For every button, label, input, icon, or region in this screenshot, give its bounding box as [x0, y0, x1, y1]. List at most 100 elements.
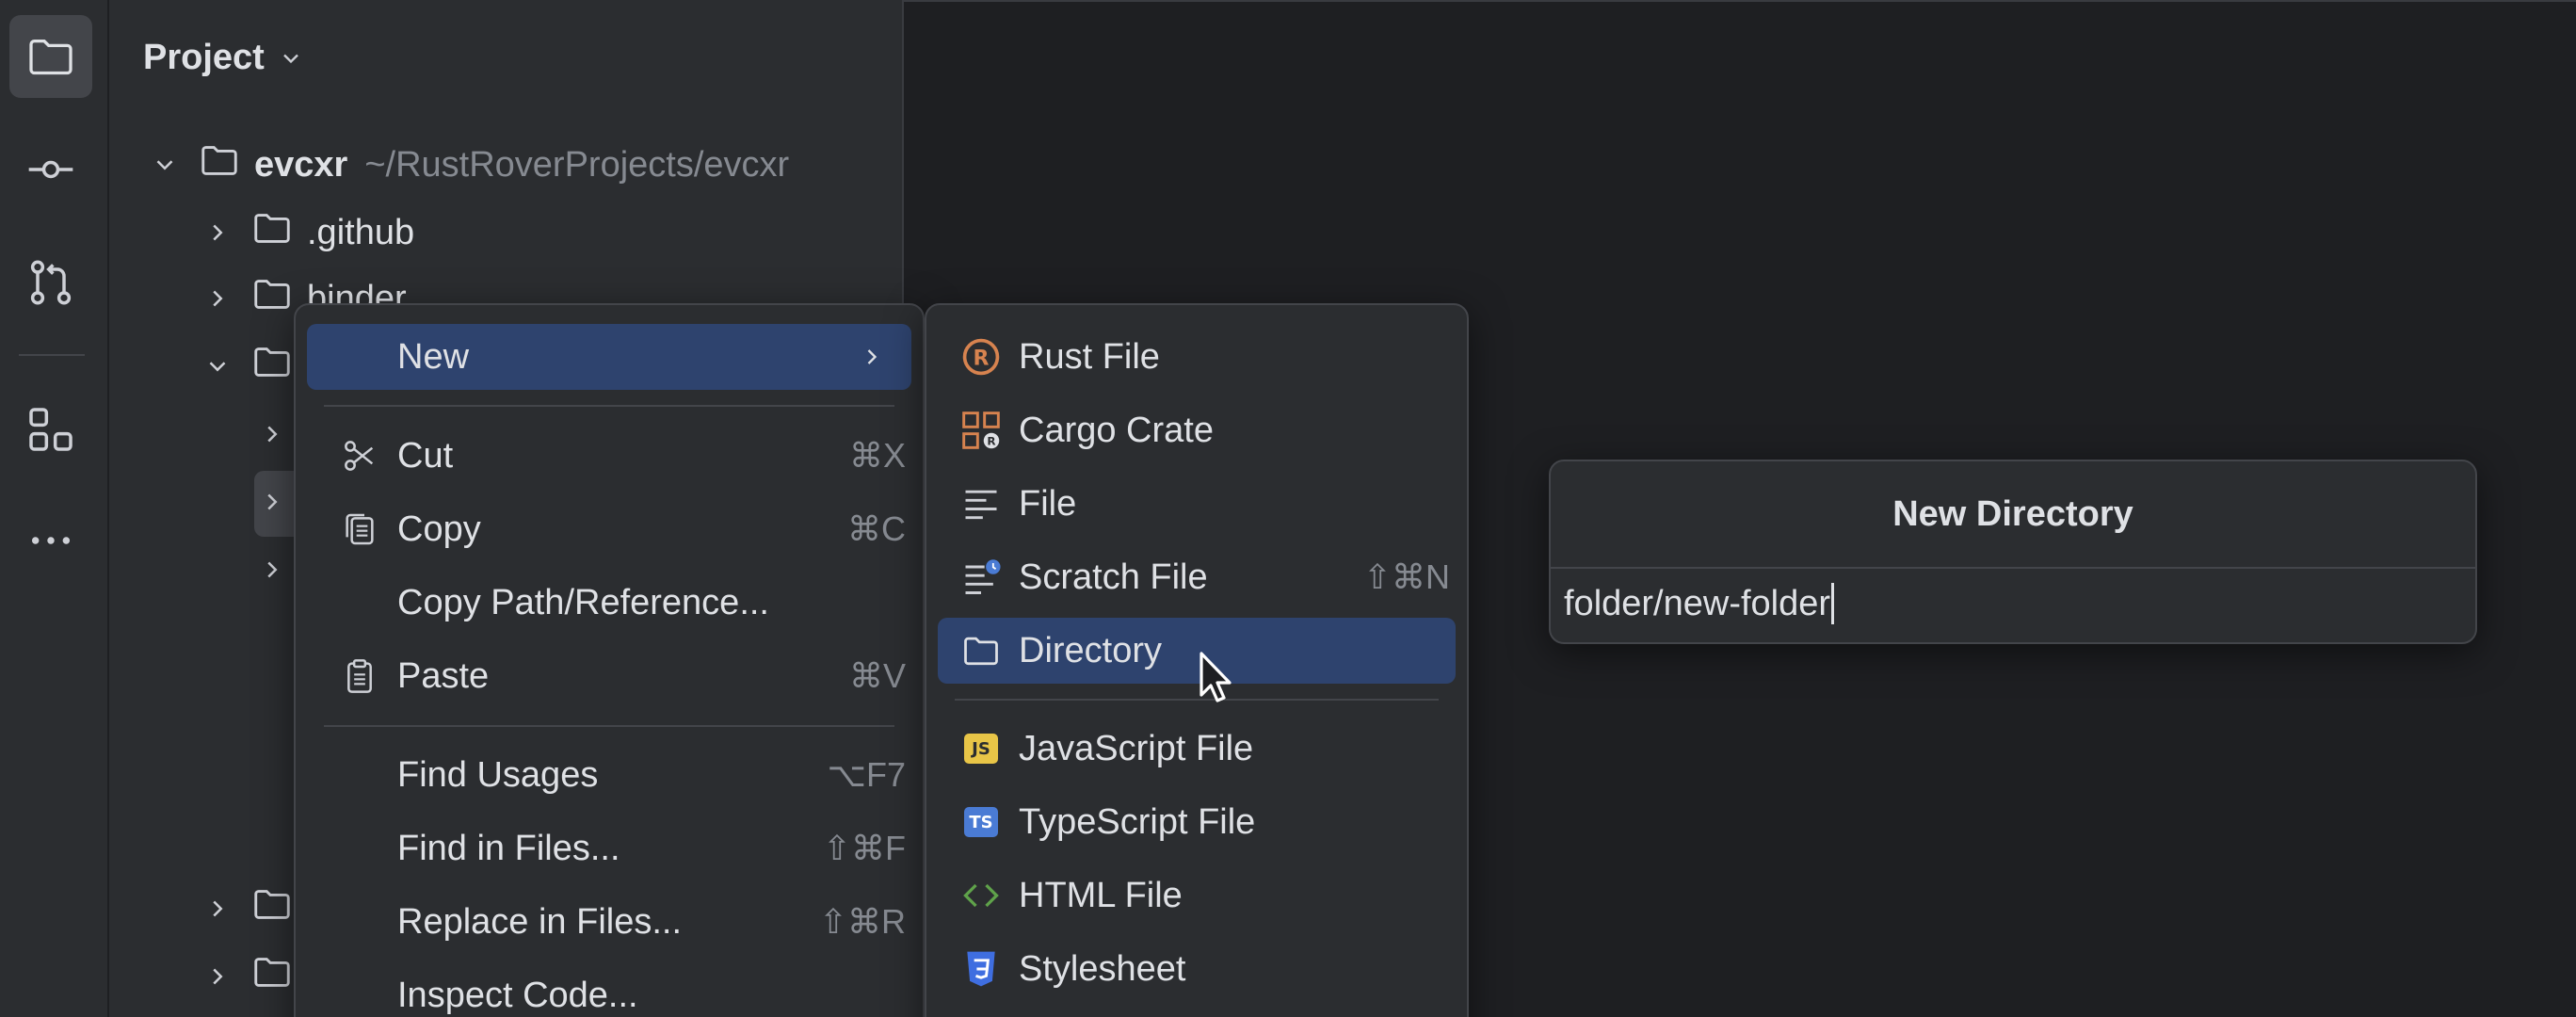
submenu-item-cargo-crate[interactable]: R Cargo Crate [938, 397, 1456, 463]
folder-icon [250, 882, 294, 935]
submenu-item-file[interactable]: File [938, 471, 1456, 537]
tree-item-collapsed[interactable] [203, 876, 294, 942]
submenu-item-rust-file[interactable]: R Rust File [938, 324, 1456, 390]
menu-item-shortcut: ⌘C [847, 509, 906, 548]
submenu-item-html-file[interactable]: HTML File [938, 863, 1456, 928]
menu-item-label: Inspect Code... [397, 975, 638, 1015]
file-icon [960, 483, 1002, 525]
submenu-item-label: Rust File [1019, 336, 1160, 377]
commit-tool-button[interactable] [9, 128, 92, 211]
folder-icon [250, 206, 294, 259]
menu-separator [955, 699, 1439, 701]
folder-icon [29, 40, 72, 75]
pull-request-icon [30, 260, 72, 305]
submenu-item-directory[interactable]: Directory [938, 618, 1456, 684]
menu-item-paste[interactable]: Paste ⌘V [307, 643, 911, 709]
chevron-right-icon[interactable] [203, 218, 232, 247]
activity-bar [0, 0, 109, 1017]
submenu-item-javascript-file[interactable]: JS JavaScript File [938, 716, 1456, 782]
svg-text:R: R [974, 347, 990, 370]
html-icon [960, 875, 1002, 916]
menu-item-label: Paste [397, 655, 490, 696]
chevron-down-icon[interactable] [203, 352, 232, 380]
structure-icon [29, 408, 72, 451]
folder-icon [198, 138, 241, 191]
submenu-item-stylesheet[interactable]: Stylesheet [938, 936, 1456, 1002]
structure-tool-button[interactable] [9, 388, 92, 471]
tree-root-name: evcxr [254, 144, 348, 185]
folder-icon [250, 950, 294, 1003]
new-directory-title: New Directory [1551, 461, 2475, 569]
folder-icon [250, 272, 294, 325]
project-panel-title: Project [143, 38, 265, 77]
menu-item-shortcut: ⇧⌘F [822, 829, 906, 867]
submenu-item-typescript-file[interactable]: TS TypeScript File [938, 789, 1456, 855]
submenu-item-label: HTML File [1019, 875, 1183, 915]
copy-icon [341, 510, 378, 548]
tree-item-collapsed[interactable] [258, 537, 286, 603]
menu-item-shortcut: ⌥F7 [827, 755, 907, 794]
submenu-item-label: TypeScript File [1019, 801, 1256, 842]
tree-root-row[interactable]: evcxr ~/RustRoverProjects/evcxr [151, 132, 789, 198]
menu-item-copy-path[interactable]: Copy Path/Reference... [307, 570, 911, 636]
menu-item-replace-in-files[interactable]: Replace in Files... ⇧⌘R [307, 889, 911, 955]
menu-item-label: Copy Path/Reference... [397, 582, 769, 622]
new-submenu: R Rust File R Cargo Crate File Scratch F… [925, 303, 1469, 1017]
cargo-crate-icon: R [960, 410, 1002, 451]
menu-item-label: New [397, 336, 470, 377]
more-tools-button[interactable] [9, 499, 92, 582]
chevron-down-icon [283, 54, 298, 63]
project-tool-button[interactable] [9, 15, 92, 98]
activity-separator [19, 354, 85, 356]
tree-item-collapsed[interactable] [203, 944, 294, 1009]
pull-requests-tool-button[interactable] [9, 241, 92, 324]
scissors-icon [341, 437, 378, 475]
chevron-right-icon[interactable] [203, 895, 232, 923]
tree-root-path: ~/RustRoverProjects/evcxr [364, 144, 790, 185]
chevron-right-icon[interactable] [203, 962, 232, 991]
chevron-right-icon[interactable] [258, 420, 286, 448]
chevron-right-icon[interactable] [258, 488, 286, 516]
menu-item-label: Replace in Files... [397, 901, 683, 942]
menu-separator [324, 725, 894, 727]
submenu-item-label: JavaScript File [1019, 728, 1254, 768]
tree-item-label: .github [307, 212, 415, 252]
svg-text:R: R [987, 435, 995, 448]
more-icon [31, 537, 71, 544]
folder-icon [250, 340, 294, 393]
submenu-item-label: Stylesheet [1019, 948, 1186, 989]
submenu-item-scratch-file[interactable]: Scratch File ⇧⌘N [938, 544, 1456, 610]
context-menu: New Cut ⌘X Copy ⌘C Copy Path/Reference..… [294, 303, 925, 1017]
tree-item-collapsed[interactable] [258, 469, 286, 535]
submenu-item-label: Scratch File [1019, 557, 1208, 597]
chevron-right-icon[interactable] [258, 556, 286, 584]
typescript-icon: TS [960, 801, 1002, 843]
menu-item-new[interactable]: New [307, 324, 911, 390]
menu-item-cut[interactable]: Cut ⌘X [307, 423, 911, 489]
mouse-cursor-icon [1199, 652, 1232, 702]
menu-item-inspect-code[interactable]: Inspect Code... [307, 962, 911, 1017]
menu-item-find-in-files[interactable]: Find in Files... ⇧⌘F [307, 815, 911, 881]
chevron-right-icon [867, 349, 877, 364]
new-directory-input[interactable]: folder/new-folder [1564, 574, 2462, 633]
typescript-badge: TS [964, 807, 998, 837]
menu-item-copy[interactable]: Copy ⌘C [307, 496, 911, 562]
chevron-right-icon[interactable] [203, 284, 232, 313]
menu-item-shortcut: ⇧⌘R [818, 902, 906, 941]
tree-item-collapsed[interactable] [258, 401, 286, 467]
scratch-file-icon [960, 557, 1002, 598]
text-caret [1831, 583, 1835, 624]
paste-icon [341, 657, 378, 695]
menu-item-label: Cut [397, 435, 454, 476]
menu-item-label: Copy [397, 508, 481, 549]
menu-item-find-usages[interactable]: Find Usages ⌥F7 [307, 742, 911, 808]
tree-item-github[interactable]: .github [203, 200, 414, 266]
folder-icon [960, 630, 1002, 671]
rust-icon: R [960, 336, 1002, 378]
new-directory-popup: New Directory folder/new-folder [1549, 460, 2477, 644]
submenu-item-shortcut: ⇧⌘N [1362, 557, 1450, 596]
submenu-item-label: File [1019, 483, 1077, 524]
chevron-down-icon[interactable] [151, 151, 179, 179]
tree-item-expanded[interactable] [203, 333, 294, 399]
project-panel-header[interactable]: Project [143, 38, 304, 78]
